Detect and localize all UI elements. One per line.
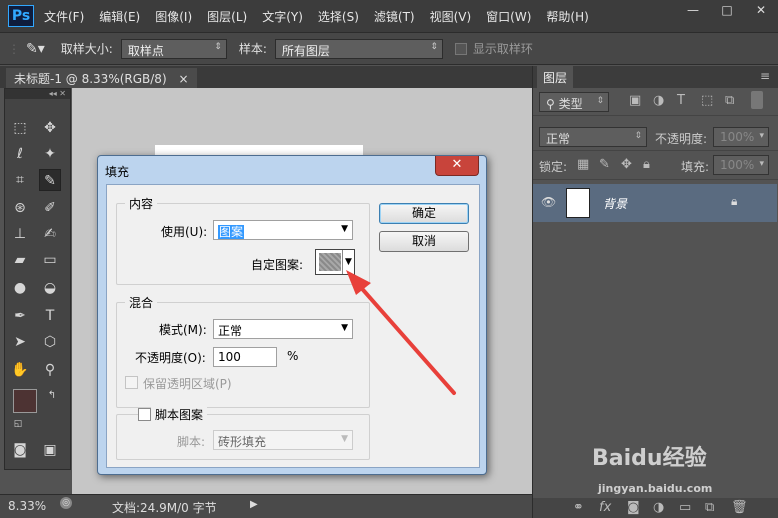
annotation-arrow-head: [346, 270, 371, 295]
baidu-watermark-url: jingyan.baidu.com: [598, 482, 713, 495]
annotation-arrow-shaft: [355, 281, 456, 395]
baidu-watermark: Baidu经验: [592, 446, 707, 471]
